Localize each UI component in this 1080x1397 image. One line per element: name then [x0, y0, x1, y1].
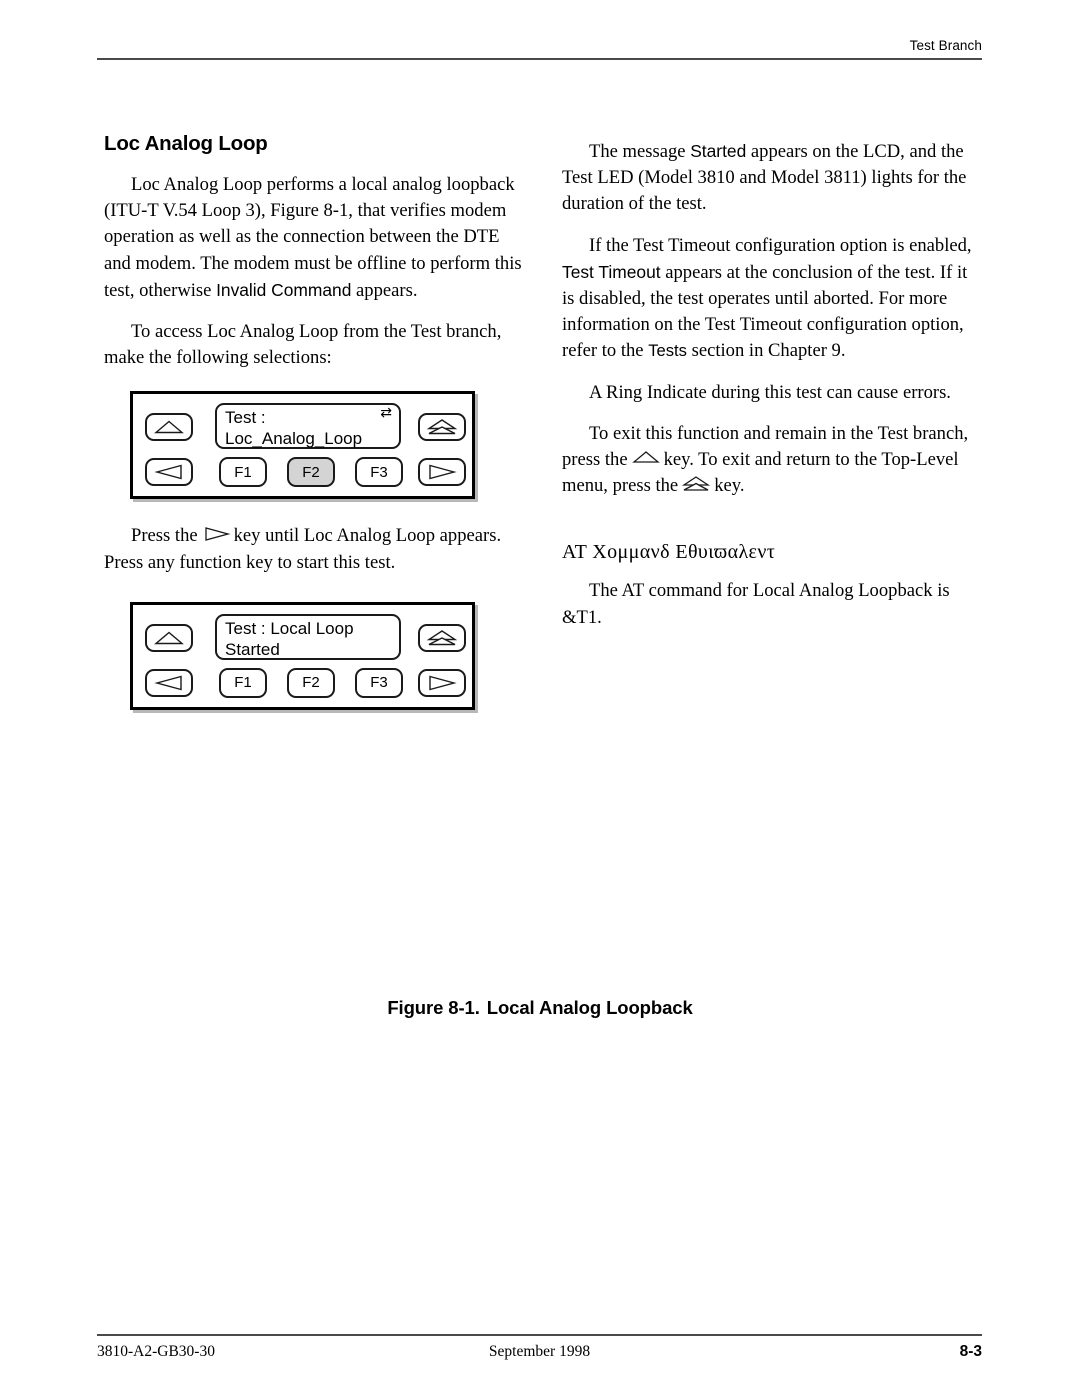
paragraph-loc-analog-loop-description: Loc Analog Loop performs a local analog … — [104, 172, 524, 304]
page-title: Loc Analog Loop — [104, 132, 268, 155]
inline-right-arrow-key-icon — [201, 527, 231, 542]
up-triangle-icon — [154, 631, 184, 645]
right-triangle-icon — [429, 675, 457, 691]
left-triangle-icon — [154, 465, 182, 480]
page-number: 8-3 — [959, 1343, 982, 1360]
figure-title: Local Analog Loopback — [486, 997, 693, 1018]
function-key-f1[interactable]: F1 — [219, 457, 267, 488]
figure-panel-1-wrapper: Test : Loc_Analog_Loop ⇄ F1 F2 F3 — [130, 391, 524, 500]
paragraph-text-tail: section in Chapter 9. — [686, 340, 846, 362]
paragraph-ring-indicate-note: A Ring Indicate during this test can cau… — [589, 381, 951, 403]
lcd-line-1: Test : — [225, 408, 266, 428]
function-key-f3[interactable]: F3 — [355, 457, 403, 488]
running-head: Test Branch — [909, 38, 982, 53]
publication-date: September 1998 — [488, 1343, 591, 1360]
up-arrow-key[interactable] — [145, 413, 193, 442]
paragraph-text: If the Test Timeout configuration option… — [589, 234, 972, 256]
function-key-f2[interactable]: F2 — [287, 457, 335, 488]
left-arrow-key[interactable] — [145, 668, 193, 697]
right-triangle-icon — [429, 465, 457, 480]
footer-rule — [97, 1334, 982, 1336]
paragraph-press-right-key: Press the key until Loc Analog Loop appea… — [104, 523, 524, 575]
function-key-f2[interactable]: F2 — [287, 667, 335, 698]
device-front-panel-loc-analog-loop: Test : Loc_Analog_Loop ⇄ F1 F2 F3 — [130, 391, 475, 500]
paragraph-access-instructions: To access Loc Analog Loop from the Test … — [104, 321, 502, 369]
ui-string-started: Started — [690, 141, 747, 161]
function-key-f1[interactable]: F1 — [219, 667, 267, 698]
device-front-panel-local-loop-started: Test : Local Loop Started F1 F2 F3 — [130, 601, 475, 710]
lcd-line-2: Started — [225, 639, 280, 659]
left-triangle-icon — [154, 675, 182, 691]
figure-panel-2-wrapper: Test : Local Loop Started F1 F2 F3 — [130, 601, 524, 710]
top-level-key[interactable] — [418, 623, 466, 652]
footer-row: 3810-A2-GB30-30 September 1998 8-3 — [97, 1343, 982, 1365]
data-transfer-icon: ⇄ — [380, 405, 392, 422]
lcd-display: Test : Local Loop Started — [215, 613, 401, 660]
ui-string-invalid-command: Invalid Command — [216, 279, 352, 300]
right-column: The message Started appears on the LCD, … — [562, 138, 982, 631]
top-level-key[interactable] — [418, 413, 466, 442]
inline-up-arrow-key-icon — [631, 451, 661, 466]
figure-number: Figure 8-1. — [387, 997, 480, 1018]
lcd-line-2: Loc_Analog_Loop — [225, 429, 363, 449]
function-key-f3[interactable]: F3 — [355, 667, 403, 698]
paragraph-at-command: The AT command for Local Analog Loopback… — [562, 580, 950, 628]
paragraph-started-message: The message Started appears on the LCD, … — [562, 138, 982, 218]
paragraph-text: Press the — [131, 525, 198, 547]
left-column: Loc Analog Loop Loc Analog Loop performs… — [104, 132, 524, 710]
cross-reference-tests: Tests — [648, 341, 687, 361]
stacked-up-triangle-icon — [426, 419, 458, 435]
stacked-up-triangle-icon — [426, 629, 458, 646]
paragraph-text-tail: key. — [714, 475, 745, 497]
up-triangle-icon — [154, 421, 184, 434]
page-footer: 3810-A2-GB30-30 September 1998 8-3 — [97, 1334, 982, 1365]
inline-top-level-key-icon — [681, 476, 711, 492]
document-page: Test Branch Loc Analog Loop Loc Analog L… — [0, 0, 1080, 1397]
paragraph-exit-instructions: To exit this function and remain in the … — [562, 421, 982, 500]
header-rule — [97, 58, 982, 60]
at-command-section-title: ΑΤ Χομμανδ Εθυιϖαλεντ — [562, 541, 776, 564]
up-arrow-key[interactable] — [145, 623, 193, 652]
lcd-line-1: Test : Local Loop — [225, 618, 354, 638]
figure-caption: Figure 8-1. Local Analog Loopback — [0, 997, 1080, 1019]
page-header: Test Branch — [97, 38, 982, 60]
right-arrow-key[interactable] — [418, 458, 466, 487]
paragraph-test-timeout: If the Test Timeout configuration option… — [562, 233, 982, 365]
right-arrow-key[interactable] — [418, 668, 466, 697]
lcd-display: Test : Loc_Analog_Loop ⇄ — [215, 403, 401, 450]
ui-string-test-timeout: Test Timeout — [562, 261, 661, 282]
paragraph-text-tail: appears. — [351, 279, 418, 301]
left-arrow-key[interactable] — [145, 458, 193, 487]
paragraph-text: The message — [589, 141, 691, 162]
